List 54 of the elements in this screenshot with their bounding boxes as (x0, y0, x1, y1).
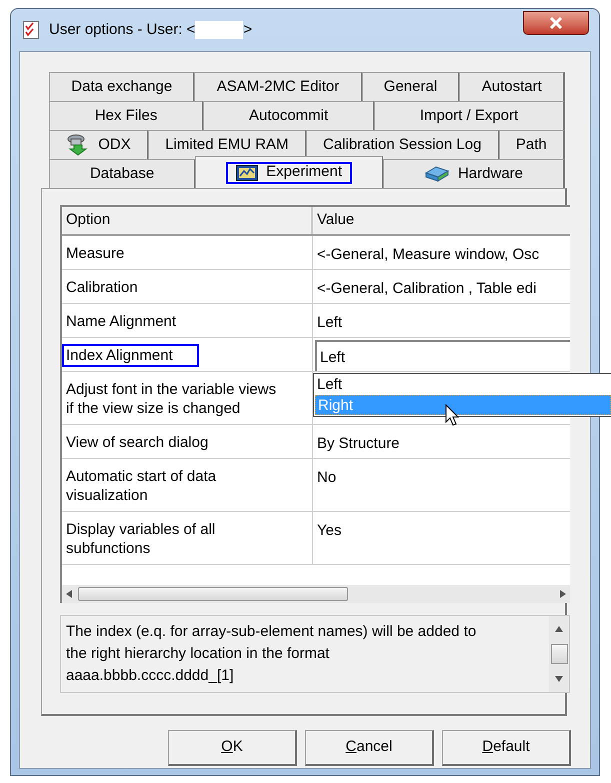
redaction-block (195, 21, 244, 39)
tab[interactable]: ASAM-2MC Editor (194, 72, 362, 101)
description-text: aaaa.bbbb.cccc.dddd_[1] (66, 666, 235, 686)
option-name: Index Alignment (62, 344, 199, 367)
tab[interactable]: Path (498, 130, 565, 159)
column-header[interactable]: Option (62, 207, 313, 234)
option-name: Name Alignment (65, 312, 178, 332)
option-value: <-General, Calibration , Table edi (317, 279, 536, 299)
tab[interactable]: Database (49, 159, 196, 188)
checklist-icon (23, 21, 39, 39)
dialog-button[interactable]: OK (168, 730, 297, 766)
option-value: No (317, 468, 336, 488)
right-arrow-icon (560, 590, 566, 598)
window-title-end: > (243, 20, 252, 40)
horizontal-scrollbar[interactable] (62, 585, 570, 603)
dropdown-option[interactable]: Left (315, 375, 611, 395)
dialog-button[interactable]: Default (442, 730, 571, 766)
tab[interactable]: Calibration Session Log (306, 130, 499, 159)
monitor-chart-icon (236, 164, 258, 180)
description-text: the right hierarchy location in the format (66, 644, 330, 664)
option-value: <-General, Measure window, Osc (317, 245, 540, 265)
close-button[interactable] (523, 11, 589, 35)
option-value: Left (317, 313, 342, 333)
tab[interactable]: General (362, 72, 460, 101)
hardware-box-icon (424, 165, 450, 183)
vertical-scrollbar[interactable] (549, 616, 569, 692)
option-name: Measure (65, 244, 126, 264)
scrollbar-thumb[interactable] (550, 644, 568, 664)
option-value: Yes (317, 521, 342, 541)
option-name: Automatic start of data visualization (65, 467, 218, 506)
tab[interactable]: ODX (49, 130, 148, 159)
tab[interactable]: Limited EMU RAM (148, 130, 306, 159)
tab[interactable]: Experiment (195, 156, 383, 188)
tab[interactable]: Hardware (383, 159, 565, 188)
tab[interactable]: Import / Export (374, 101, 566, 130)
option-name: Calibration (65, 278, 139, 298)
option-value: By Structure (317, 434, 400, 454)
close-icon (549, 17, 563, 29)
option-name: View of search dialog (65, 433, 210, 453)
tab[interactable]: Autocommit (203, 101, 374, 130)
down-arrow-icon (555, 676, 563, 682)
dialog-button[interactable]: Cancel (305, 730, 434, 766)
column-header[interactable]: Value (313, 207, 570, 234)
tab[interactable]: Autostart (459, 72, 566, 101)
left-arrow-icon (66, 590, 72, 598)
tab[interactable]: Hex Files (49, 101, 204, 130)
up-arrow-icon (555, 626, 563, 632)
option-name: Adjust font in the variable views if the view size is changed (65, 380, 278, 419)
combo-field[interactable]: Left (315, 340, 570, 371)
scrollbar-thumb[interactable] (78, 587, 348, 601)
window-title: User options - User: < (49, 20, 196, 40)
tab[interactable]: Data exchange (49, 72, 194, 101)
option-name: Display variables of all subfunctions (65, 520, 216, 559)
description-text: The index (e.q. for array-sub-element names) will be added to (66, 622, 478, 642)
